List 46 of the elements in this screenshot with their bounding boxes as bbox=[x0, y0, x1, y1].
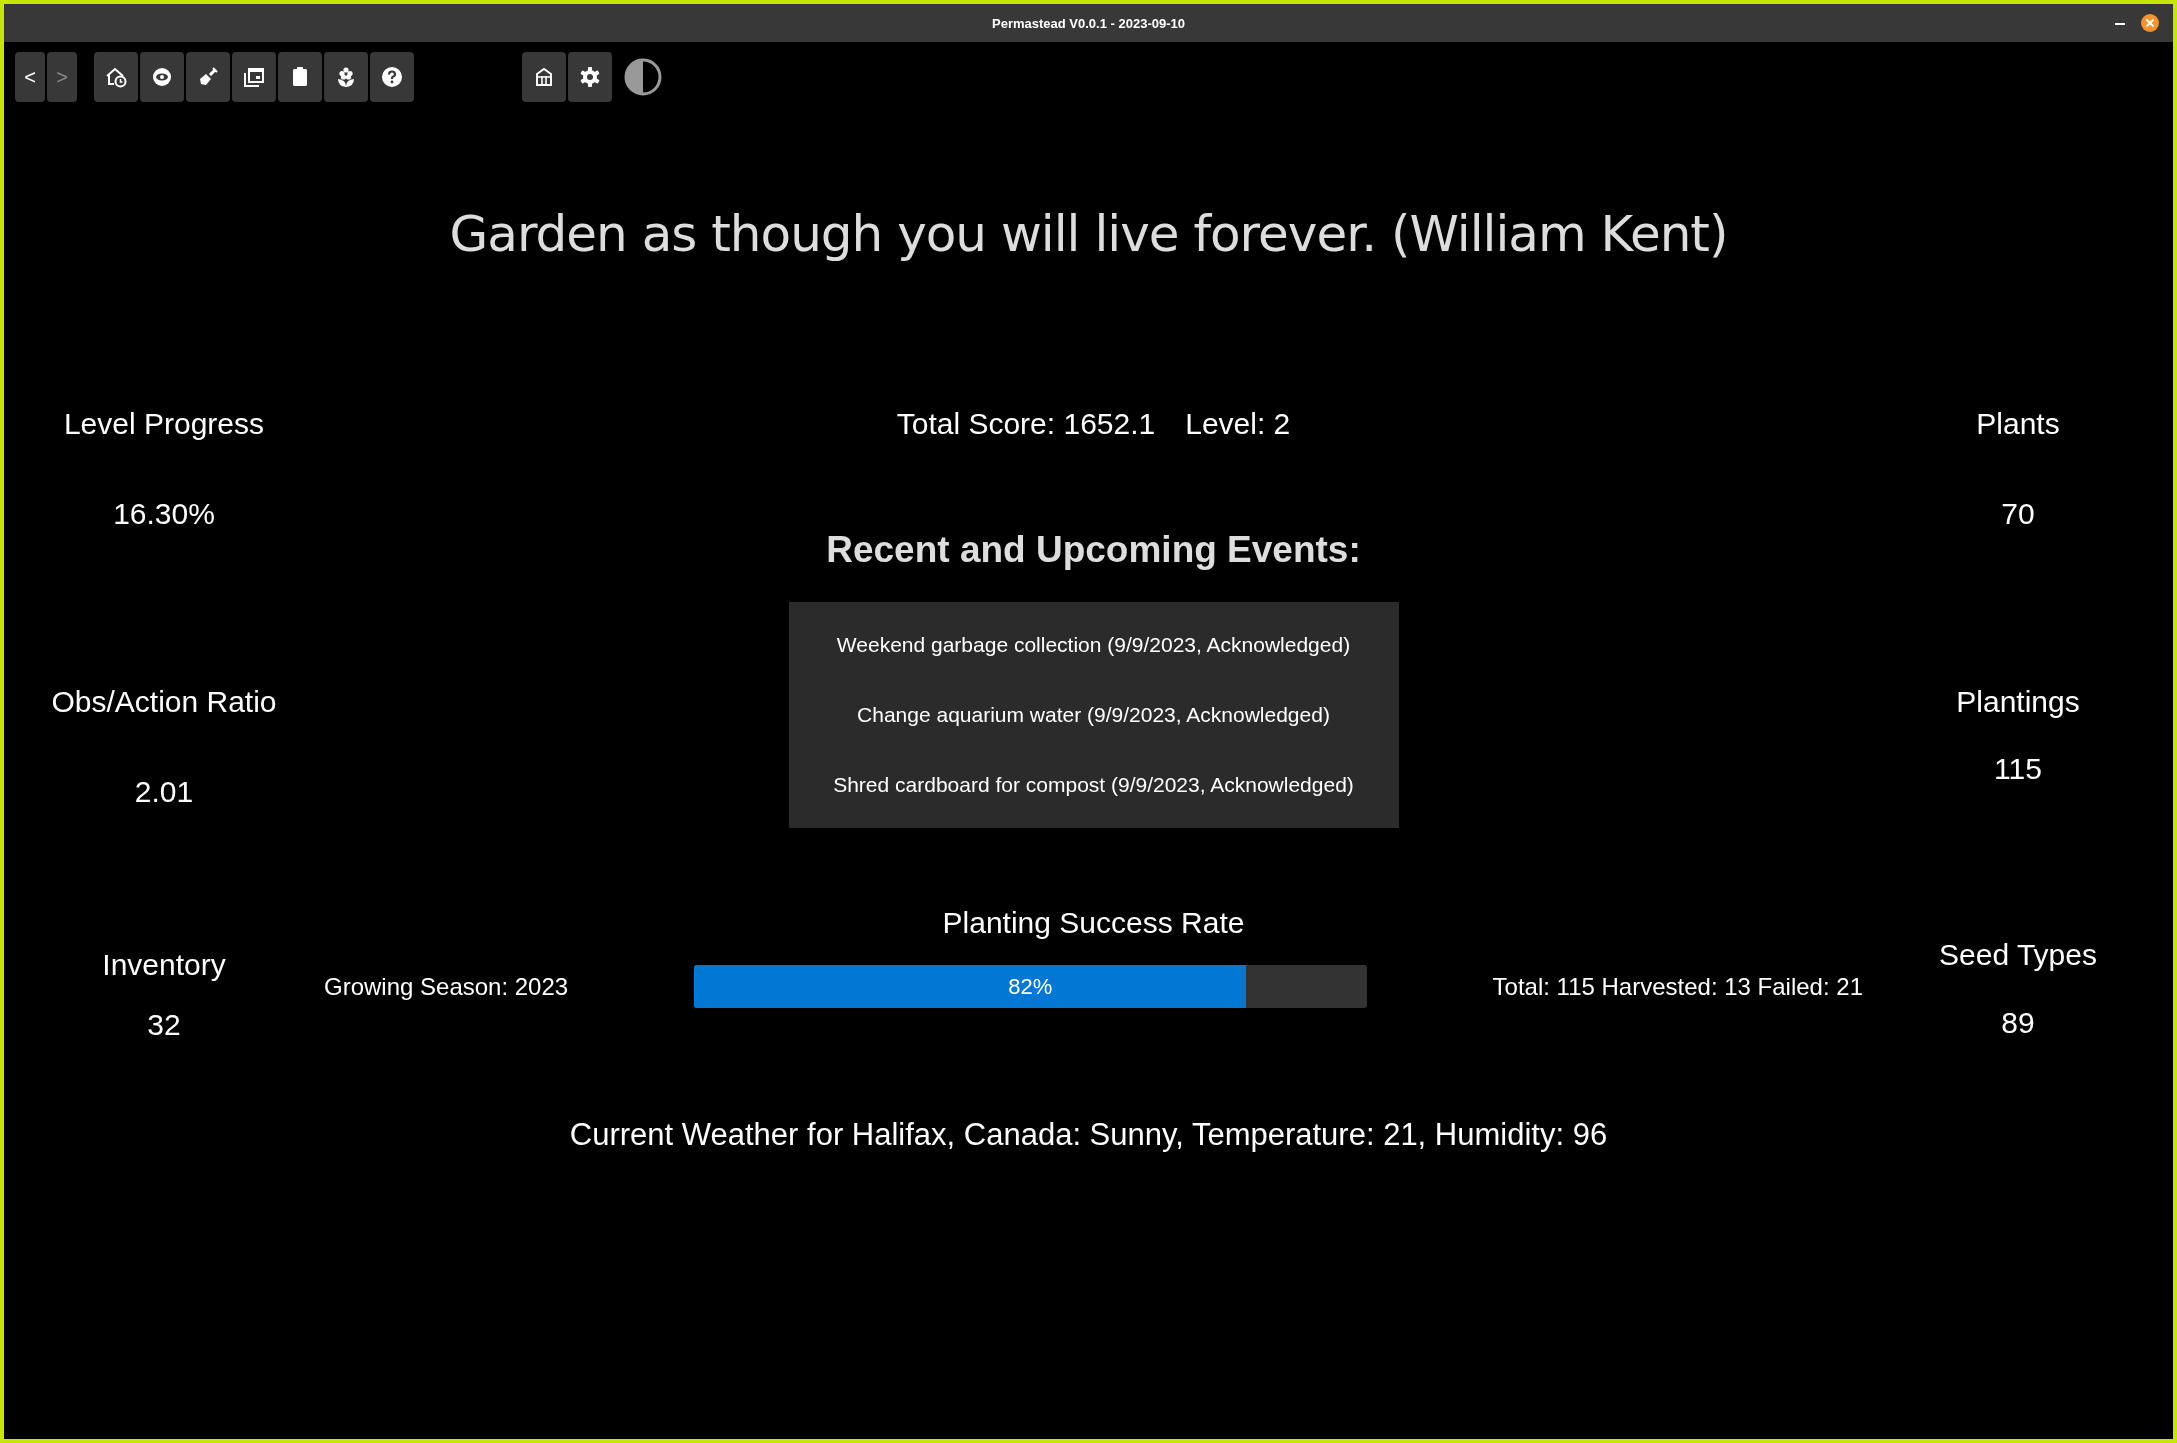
stat-value: 16.30% bbox=[112, 496, 216, 532]
stat-value: 70 bbox=[2000, 496, 2036, 532]
close-icon[interactable] bbox=[2141, 14, 2159, 32]
calendar-icon bbox=[243, 66, 265, 88]
stat-label: Plants bbox=[1975, 406, 2061, 442]
stat-label: Level Progress bbox=[62, 406, 266, 442]
help-icon bbox=[381, 66, 403, 88]
observations-button[interactable] bbox=[140, 52, 184, 102]
level-text: Level: 2 bbox=[1185, 406, 1291, 442]
events-heading: Recent and Upcoming Events: bbox=[826, 528, 1361, 572]
minimize-icon[interactable] bbox=[2115, 22, 2125, 26]
stat-label: Seed Types bbox=[1938, 937, 2098, 973]
progress-label: 82% bbox=[1007, 973, 1054, 1001]
window-title: Permastead V0.0.1 - 2023-09-10 bbox=[992, 15, 1185, 31]
events-button[interactable] bbox=[232, 52, 276, 102]
settings-icon bbox=[579, 66, 601, 88]
stat-label: Obs/Action Ratio bbox=[50, 684, 278, 720]
plants-button[interactable] bbox=[324, 52, 368, 102]
event-item[interactable]: Shred cardboard for compost (9/9/2023, Acknowledged) bbox=[788, 750, 1399, 820]
greenhouse-icon bbox=[533, 66, 555, 88]
quote-text: Garden as though you will live forever. (William Kent) bbox=[448, 204, 1729, 264]
growing-season-text: Growing Season: 2023 bbox=[324, 972, 569, 1001]
flower-icon bbox=[335, 66, 357, 88]
stat-value: 89 bbox=[2000, 1005, 2036, 1041]
stat-value: 2.01 bbox=[133, 774, 195, 810]
event-item[interactable]: Change aquarium water (9/9/2023, Acknowledged) bbox=[788, 680, 1399, 750]
theme-toggle-icon[interactable] bbox=[624, 58, 662, 96]
stat-label: Plantings bbox=[1955, 684, 2081, 720]
stat-value: 32 bbox=[146, 1007, 182, 1043]
planting-totals-text: Total: 115 Harvested: 13 Failed: 21 bbox=[1492, 972, 1863, 1001]
success-rate-title: Planting Success Rate bbox=[942, 905, 1245, 941]
greenhouse-button[interactable] bbox=[522, 52, 566, 102]
total-score-text: Total Score: 1652.1 bbox=[896, 406, 1156, 442]
settings-button[interactable] bbox=[568, 52, 612, 102]
help-button[interactable] bbox=[370, 52, 414, 102]
eye-icon bbox=[151, 66, 173, 88]
actions-button[interactable] bbox=[186, 52, 230, 102]
home-history-button[interactable] bbox=[94, 52, 138, 102]
house-clock-icon bbox=[105, 66, 127, 88]
event-item[interactable]: Weekend garbage collection (9/9/2023, Acknowledged) bbox=[788, 610, 1399, 680]
stat-label: Inventory bbox=[101, 947, 227, 983]
weather-text: Current Weather for Halifax, Canada: Sunny, Temperature: 21, Humidity: 96 bbox=[568, 1116, 1609, 1154]
clipboard-button[interactable] bbox=[278, 52, 322, 102]
shovel-icon bbox=[197, 66, 219, 88]
stat-value: 115 bbox=[1993, 751, 2043, 787]
nav-button[interactable]: < bbox=[15, 52, 45, 102]
